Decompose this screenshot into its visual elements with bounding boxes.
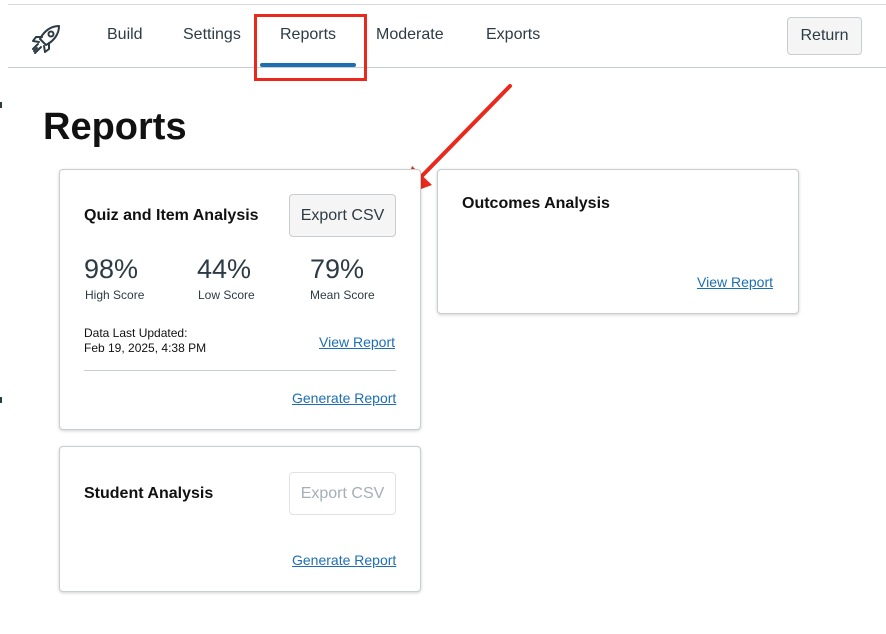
mean-score-value: 79% (310, 254, 365, 284)
low-score-label: Low Score (198, 288, 255, 302)
high-score-value: 98% (84, 254, 139, 284)
generate-report-link[interactable]: Generate Report (292, 390, 396, 406)
page-title: Reports (43, 106, 187, 148)
data-updated-label: Data Last Updated: (84, 326, 188, 340)
high-score-label: High Score (85, 288, 145, 302)
view-report-link[interactable]: View Report (697, 274, 773, 290)
view-report-link[interactable]: View Report (319, 334, 395, 350)
outcomes-analysis-card: Outcomes Analysis View Report (437, 169, 799, 314)
student-analysis-card: Student Analysis Export CSV Generate Rep… (59, 446, 421, 592)
export-csv-button[interactable]: Export CSV (289, 472, 396, 515)
generate-report-link[interactable]: Generate Report (292, 552, 396, 568)
divider (84, 370, 396, 371)
edge-mark (0, 102, 2, 108)
data-updated-value: Feb 19, 2025, 4:38 PM (84, 341, 207, 355)
quiz-analysis-card: Quiz and Item Analysis Export CSV 98% Hi… (59, 169, 421, 430)
mean-score-label: Mean Score (310, 288, 375, 302)
edge-mark (0, 397, 2, 403)
low-score-value: 44% (197, 254, 252, 284)
card-title: Student Analysis (84, 485, 214, 502)
export-csv-button[interactable]: Export CSV (289, 194, 396, 237)
card-title: Outcomes Analysis (462, 195, 610, 212)
card-title: Quiz and Item Analysis (84, 207, 259, 224)
